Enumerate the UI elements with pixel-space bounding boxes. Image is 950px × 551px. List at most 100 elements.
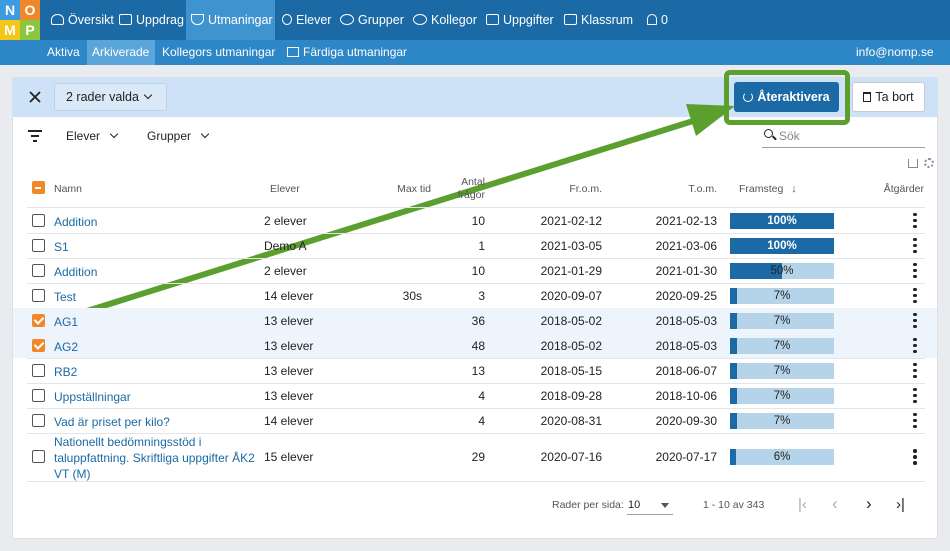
column-header-actions: Åtgärder: [883, 183, 924, 195]
challenge-name-link[interactable]: Addition: [54, 264, 97, 280]
more-vertical-icon-dot: [913, 337, 917, 341]
filter-icon[interactable]: [28, 130, 42, 142]
row-to-date: 2018-05-03: [655, 338, 717, 353]
column-header-students[interactable]: Elever: [270, 183, 300, 195]
progress-bar: 7%: [730, 337, 834, 354]
row-actions-menu[interactable]: [913, 362, 918, 379]
row-checkbox[interactable]: [32, 450, 45, 463]
progress-bar: 7%: [730, 312, 834, 329]
more-vertical-icon-dot: [913, 218, 917, 222]
more-vertical-icon-dot: [913, 393, 917, 397]
challenge-name-link[interactable]: Uppställningar: [54, 389, 131, 405]
column-header-progress[interactable]: Framsteg ↓: [739, 183, 797, 195]
previous-page-button[interactable]: ‹: [832, 495, 844, 512]
column-header-to[interactable]: T.o.m.: [655, 183, 717, 195]
row-actions-menu[interactable]: [913, 287, 918, 304]
more-vertical-icon-dot: [913, 312, 917, 316]
challenge-name-line: AG1: [54, 314, 79, 329]
row-to-date: 2020-09-30: [655, 413, 717, 428]
more-vertical-icon-dot: [913, 418, 917, 422]
more-vertical-icon-dot: [913, 399, 917, 403]
search-icon-handle: [772, 135, 777, 141]
progress-percent: 100%: [767, 239, 797, 252]
row-students: Demo A: [264, 238, 307, 253]
more-vertical-icon-dot: [913, 224, 917, 228]
rows-per-page-label: Rader per sida:: [552, 499, 624, 511]
row-question-count: 4: [478, 413, 485, 428]
gear-icon[interactable]: [924, 158, 934, 168]
first-page-button[interactable]: |‹: [798, 497, 812, 512]
next-page-button[interactable]: ›: [866, 495, 878, 512]
students-filter-label: Elever: [66, 129, 101, 143]
row-question-count: 29: [471, 450, 485, 464]
challenge-name-line: Uppställningar: [54, 389, 131, 404]
export-icon[interactable]: [908, 159, 918, 168]
challenge-name-link[interactable]: Addition: [54, 214, 97, 230]
row-actions-menu[interactable]: [913, 449, 918, 465]
challenge-name-link[interactable]: S1: [54, 239, 69, 255]
row-checkbox[interactable]: [32, 338, 45, 352]
row-checkbox[interactable]: [32, 238, 45, 252]
row-students: 13 elever: [264, 363, 314, 378]
column-header-max-time[interactable]: Max tid: [380, 183, 431, 195]
column-header-name[interactable]: Namn: [54, 183, 82, 195]
challenge-name-line: Addition: [54, 214, 98, 229]
more-vertical-icon-dot: [913, 362, 917, 366]
search-field[interactable]: Sök: [762, 128, 925, 148]
row-to-date: 2021-02-13: [655, 213, 717, 228]
more-vertical-icon-dot: [913, 424, 917, 428]
row-to-date: 2020-07-17: [655, 450, 717, 464]
progress-percent: 100%: [767, 214, 797, 227]
last-page-button[interactable]: ›|: [896, 497, 910, 512]
row-checkbox[interactable]: [32, 263, 45, 277]
more-vertical-icon-dot: [913, 368, 917, 372]
challenge-name-link[interactable]: AG2: [54, 339, 78, 355]
progress-bar: 6%: [730, 449, 834, 465]
challenge-name-line: taluppfattning. Skriftliga uppgifter ÅK2: [54, 451, 255, 465]
progress-percent: 7%: [773, 339, 791, 352]
challenge-name-link[interactable]: AG1: [54, 314, 78, 330]
progress-bar: 50%: [730, 262, 834, 279]
row-from-date: 2020-09-07: [540, 288, 602, 303]
challenge-name-line: Addition: [54, 264, 98, 279]
row-actions-menu[interactable]: [913, 412, 918, 429]
row-checkbox[interactable]: [32, 288, 45, 302]
row-actions-menu[interactable]: [913, 312, 918, 329]
row-max-time: 30s: [402, 288, 422, 303]
column-header-question-count[interactable]: Antal frågor: [440, 176, 485, 202]
select-all-checkbox[interactable]: [32, 181, 45, 194]
challenge-name-link[interactable]: Vad är priset per kilo?: [54, 414, 170, 430]
row-actions-menu[interactable]: [913, 212, 918, 229]
students-filter[interactable]: Elever: [66, 129, 119, 143]
row-checkbox[interactable]: [32, 388, 45, 402]
row-checkbox[interactable]: [32, 363, 45, 377]
row-students: 15 elever: [264, 450, 314, 464]
question-count-line2: frågor: [457, 189, 485, 201]
groups-filter[interactable]: Grupper: [147, 129, 210, 143]
challenge-name-line: S1: [54, 239, 69, 254]
row-students: 2 elever: [264, 213, 307, 228]
more-vertical-icon-dot: [913, 237, 917, 241]
progress-bar: 7%: [730, 362, 834, 379]
more-vertical-icon-dot: [913, 449, 917, 453]
more-vertical-icon-dot: [913, 212, 917, 216]
rows-per-page-select[interactable]: 10: [627, 495, 673, 515]
progress-percent: 6%: [773, 451, 791, 463]
challenge-name-link[interactable]: RB2: [54, 364, 77, 380]
row-checkbox[interactable]: [32, 213, 45, 227]
column-header-from[interactable]: Fr.o.m.: [540, 183, 602, 195]
row-actions-menu[interactable]: [913, 337, 918, 354]
row-question-count: 10: [471, 263, 485, 278]
challenge-name-link[interactable]: Nationellt bedömningsstöd i taluppfattnin…: [54, 434, 255, 482]
progress-bar: 7%: [730, 287, 834, 304]
row-checkbox[interactable]: [32, 313, 45, 327]
row-actions-menu[interactable]: [913, 237, 918, 254]
more-vertical-icon-dot: [913, 293, 917, 297]
row-to-date: 2018-06-07: [655, 363, 717, 378]
more-vertical-icon-dot: [913, 268, 917, 272]
row-actions-menu[interactable]: [913, 262, 918, 279]
row-checkbox[interactable]: [32, 413, 45, 427]
challenge-name-line: AG2: [54, 339, 79, 354]
row-actions-menu[interactable]: [913, 387, 918, 404]
challenge-name-link[interactable]: Test: [54, 289, 76, 305]
